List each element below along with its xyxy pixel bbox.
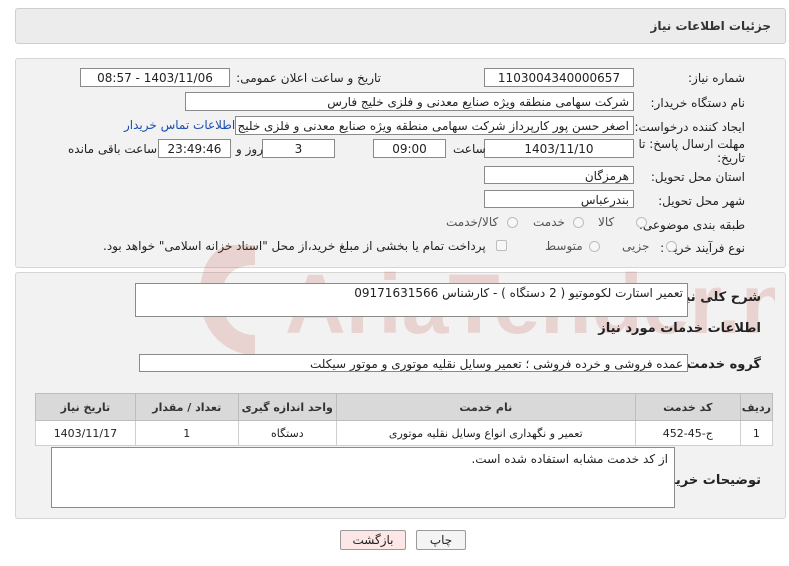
services-section-title: اطلاعات خدمات مورد نیاز xyxy=(598,321,761,336)
deadline-label-date: تاریخ: xyxy=(717,151,745,165)
city-label: شهر محل تحویل: xyxy=(658,194,745,208)
table-header-row: ردیف کد خدمت نام خدمت واحد اندازه گیری ت… xyxy=(35,393,774,421)
province-field: هرمزگان xyxy=(484,166,634,184)
category-goods-radio[interactable] xyxy=(636,217,647,228)
creator-field: اصغر حسن پور کارپرداز شرکت سهامی منطقه و… xyxy=(235,116,634,135)
category-goods-service-label: کالا/خدمت xyxy=(446,215,499,229)
time-label: ساعت xyxy=(453,142,486,156)
col-row-header: ردیف xyxy=(739,393,774,421)
category-goods-service-radio[interactable] xyxy=(507,217,518,228)
services-table: ردیف کد خدمت نام خدمت واحد اندازه گیری ت… xyxy=(35,393,774,446)
remaining-label: ساعت باقی مانده xyxy=(68,142,158,156)
cell-quantity: 1 xyxy=(134,420,239,446)
page-title: جزئیات اطلاعات نیاز xyxy=(650,19,771,33)
header-panel: جزئیات اطلاعات نیاز xyxy=(15,8,786,44)
process-minor-label: جزیی xyxy=(622,239,650,253)
summary-field: تعمیر استارت لکوموتیو ( 2 دستگاه ) - کار… xyxy=(135,283,688,317)
process-medium-label: متوسط xyxy=(545,239,583,253)
cell-service-name: تعمیر و نگهداری انواع وسایل نقلیه موتوری xyxy=(335,420,636,446)
buyer-field: شرکت سهامی منطقه ویژه صنایع معدنی و فلزی… xyxy=(185,92,634,111)
summary-text: تعمیر استارت لکوموتیو ( 2 دستگاه ) - کار… xyxy=(354,286,683,300)
cell-service-code: ج-45-452 xyxy=(634,420,741,446)
cell-unit: دستگاه xyxy=(237,420,337,446)
treasury-payment-note: پرداخت تمام یا بخشی از مبلغ خرید،از محل … xyxy=(103,239,486,253)
category-service-label: خدمت xyxy=(533,215,565,229)
need-number-label: شماره نیاز: xyxy=(688,71,745,85)
print-button[interactable]: چاپ xyxy=(416,530,466,550)
col-code-header: کد خدمت xyxy=(634,393,741,421)
treasury-payment-checkbox[interactable] xyxy=(496,240,507,251)
days-field: 3 xyxy=(262,139,335,158)
announce-field: 1403/11/06 - 08:57 xyxy=(80,68,230,87)
province-label: استان محل تحویل: xyxy=(650,170,745,184)
process-minor-radio[interactable] xyxy=(666,241,677,252)
category-goods-label: کالا xyxy=(598,215,615,229)
buyer-notes-text: از کد خدمت مشابه استفاده شده است. xyxy=(471,452,668,466)
col-date-header: تاریخ نیاز xyxy=(35,393,136,421)
back-button[interactable]: بازگشت xyxy=(340,530,406,550)
deadline-date-field: 1403/11/10 xyxy=(484,139,634,158)
col-unit-header: واحد اندازه گیری xyxy=(237,393,337,421)
service-group-label: گروه خدمت: xyxy=(681,357,761,372)
remaining-time-field: 23:49:46 xyxy=(158,139,231,158)
buyer-contact-link[interactable]: اطلاعات تماس خریدار xyxy=(124,118,235,132)
col-quantity-header: تعداد / مقدار xyxy=(134,393,239,421)
cell-row-number: 1 xyxy=(739,420,774,446)
city-field: بندرعباس xyxy=(484,190,634,208)
table-row: 1 ج-45-452 تعمیر و نگهداری انواع وسایل ن… xyxy=(35,420,774,446)
announce-label: تاریخ و ساعت اعلان عمومی: xyxy=(236,71,381,85)
need-details-panel xyxy=(15,58,786,268)
days-label: روز و xyxy=(236,142,263,156)
buyer-label: نام دستگاه خریدار: xyxy=(650,96,746,110)
service-group-field: عمده فروشی و خرده فروشی ؛ تعمیر وسایل نق… xyxy=(139,354,688,372)
deadline-time-field: 09:00 xyxy=(373,139,446,158)
buyer-notes-field: از کد خدمت مشابه استفاده شده است. xyxy=(51,447,675,508)
process-medium-radio[interactable] xyxy=(589,241,600,252)
need-number-field: 1103004340000657 xyxy=(484,68,634,87)
category-service-radio[interactable] xyxy=(573,217,584,228)
category-label: طبقه بندی موضوعی: xyxy=(638,218,745,232)
deadline-label: مهلت ارسال پاسخ: تا xyxy=(638,137,745,151)
creator-label: ایجاد کننده درخواست: xyxy=(634,120,745,134)
cell-need-date: 1403/11/17 xyxy=(35,420,136,446)
col-service-name-header: نام خدمت xyxy=(335,393,636,421)
